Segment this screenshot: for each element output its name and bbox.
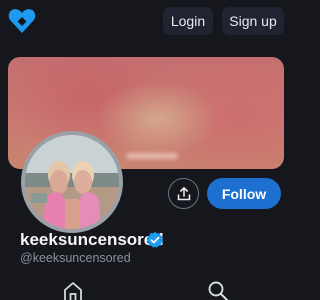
profile-username: keeksuncensored	[20, 230, 164, 249]
profile-avatar[interactable]	[21, 131, 123, 233]
follow-button[interactable]: Follow	[207, 178, 281, 209]
home-icon[interactable]	[62, 280, 84, 300]
share-upload-icon	[177, 186, 190, 200]
profile-handle: @keeksuncensored	[20, 251, 131, 265]
verified-check-icon	[146, 231, 164, 249]
banner-blurred-detail	[126, 153, 178, 159]
share-button[interactable]	[168, 178, 199, 209]
login-button[interactable]: Login	[163, 7, 213, 35]
bottom-nav	[0, 276, 300, 300]
avatar-photo	[25, 135, 119, 229]
search-icon[interactable]	[207, 280, 229, 300]
top-bar: Login Sign up	[0, 0, 300, 44]
diamond-heart-logo-icon[interactable]	[8, 8, 36, 34]
signup-button[interactable]: Sign up	[222, 7, 284, 35]
